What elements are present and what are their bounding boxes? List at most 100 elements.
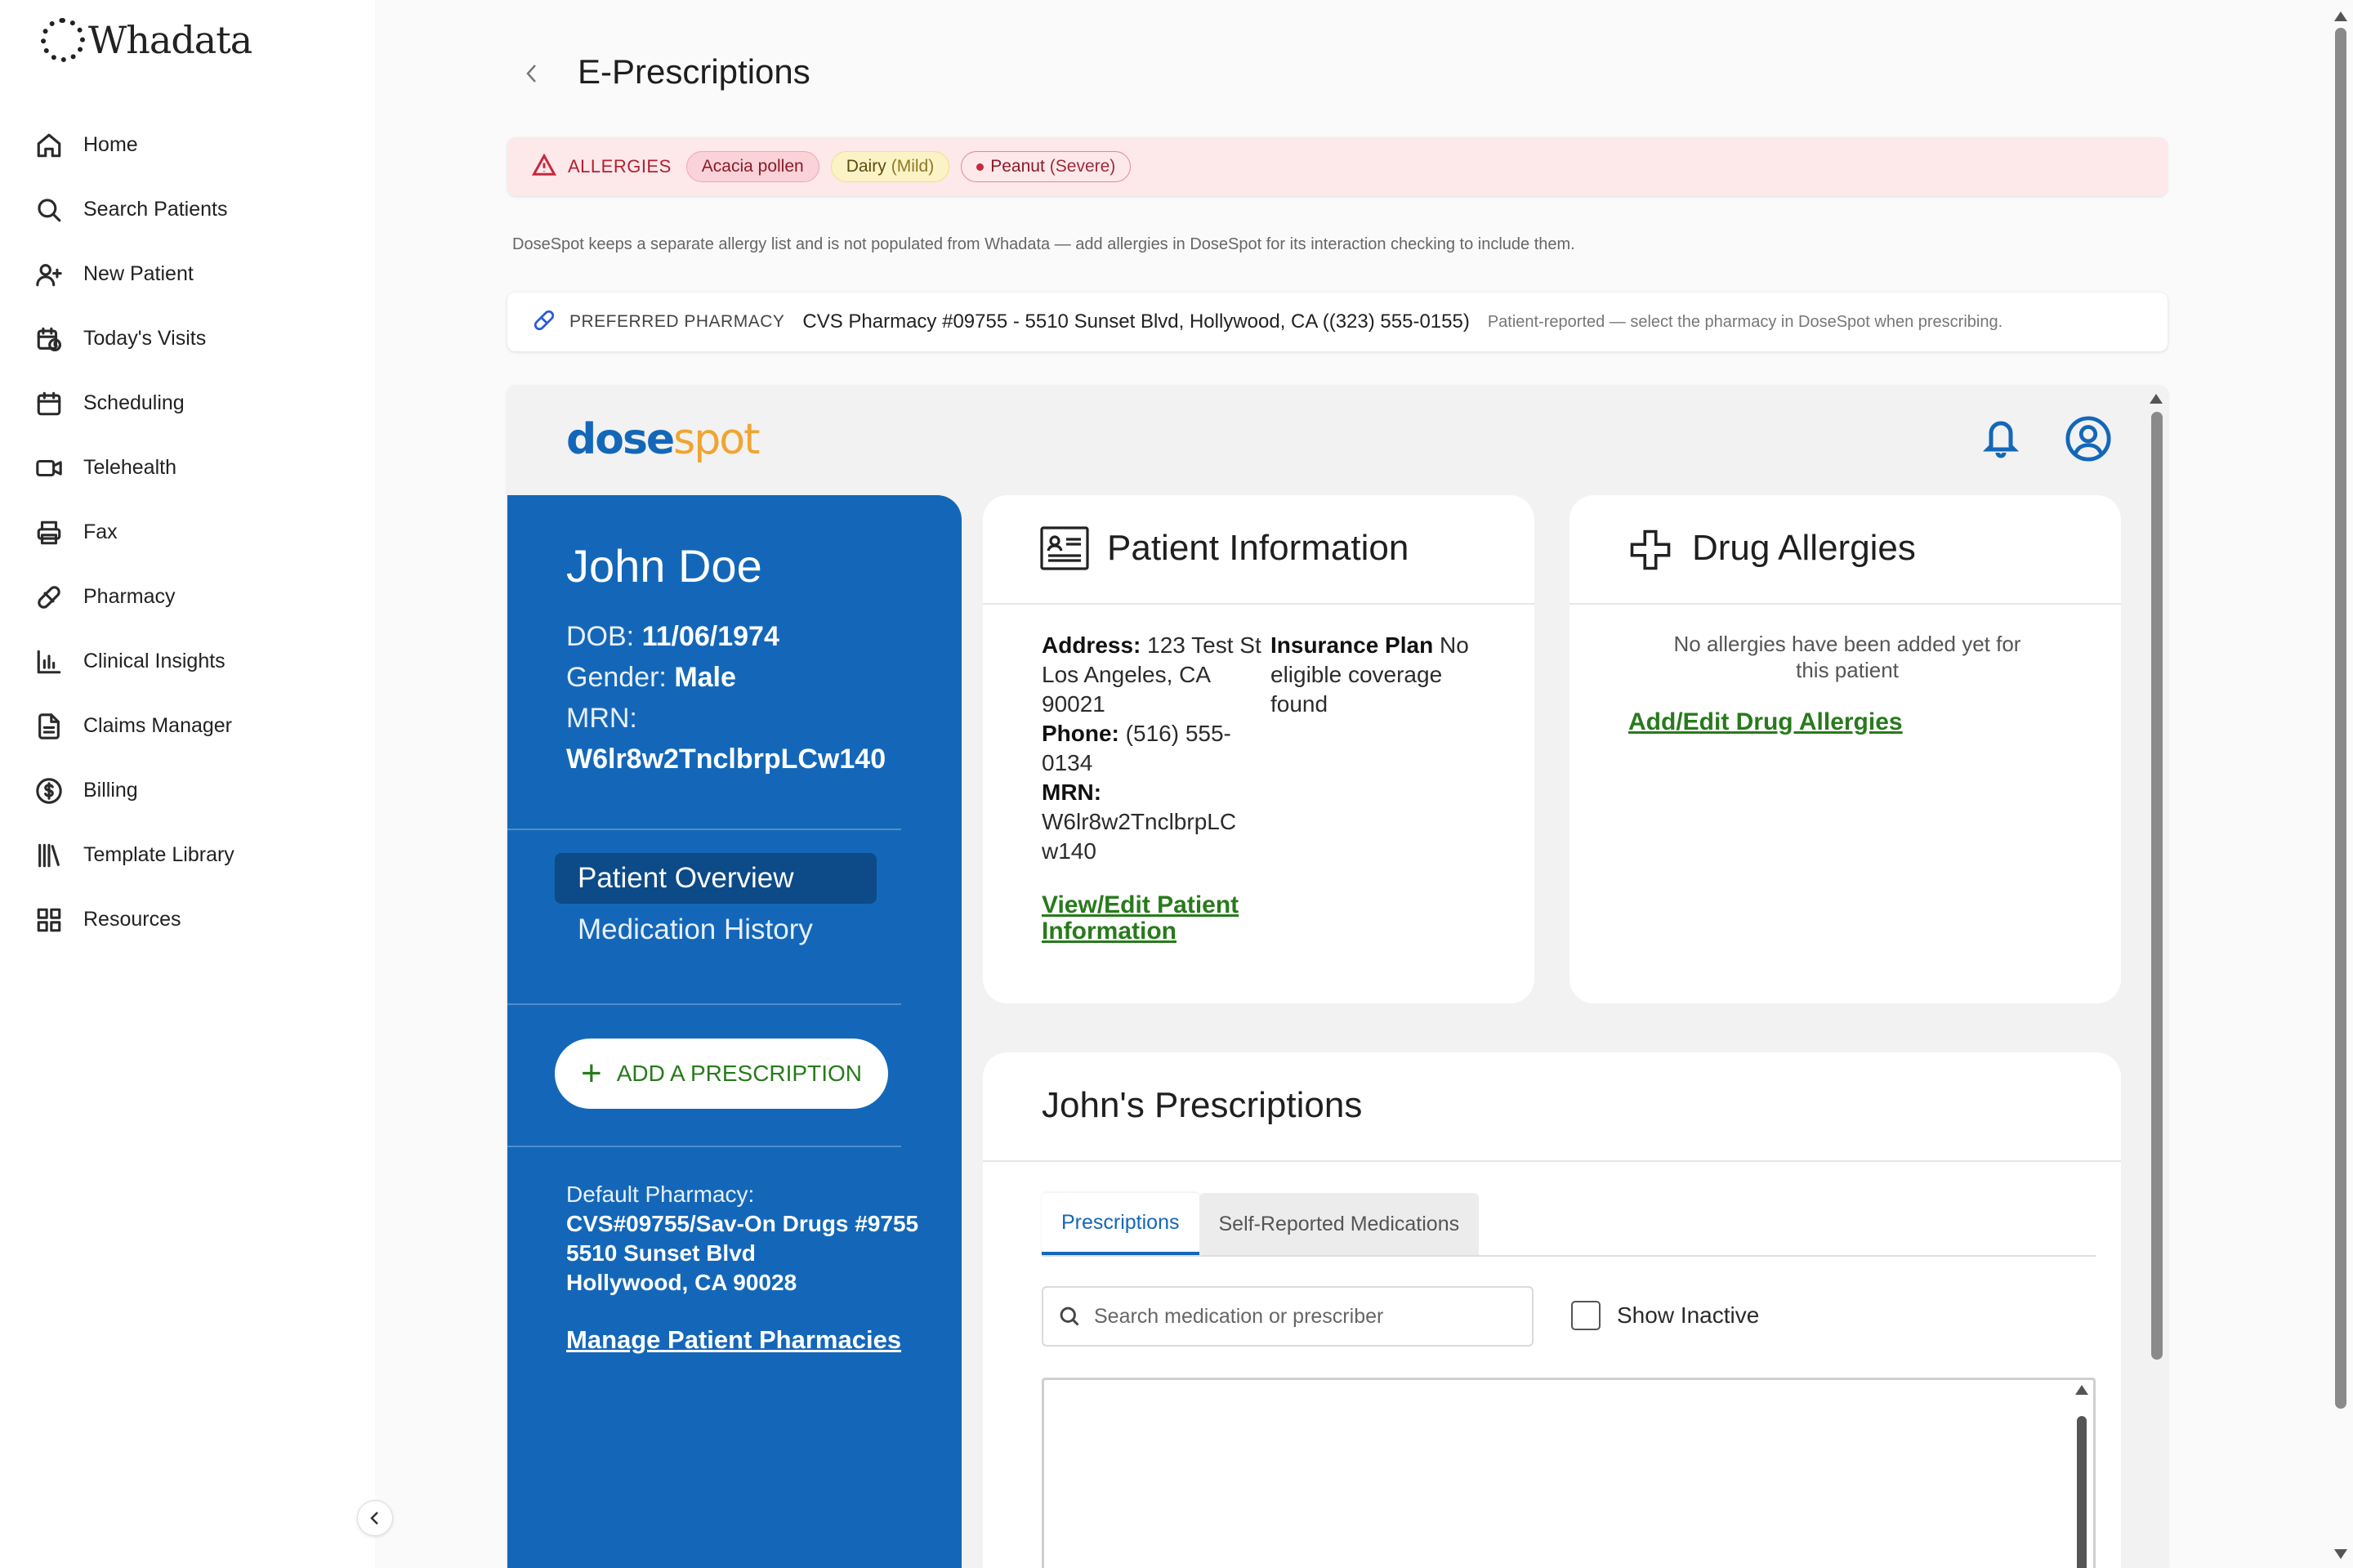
preferred-pharmacy-value: CVS Pharmacy #09755 - 5510 Sunset Blvd, … [802,310,1470,333]
allergy-name: Dairy [846,157,886,176]
patient-summary-panel: John Doe DOB: 11/06/1974 Gender: Male MR… [507,495,962,1568]
dob-value: 11/06/1974 [641,621,779,652]
gender-value: Male [674,662,736,693]
drug-allergies-card: Drug Allergies No allergies have been ad… [1569,495,2121,1003]
sidebar-item-label: New Patient [83,262,194,285]
sidebar-item-claims-manager[interactable]: Claims Manager [34,694,234,758]
app-logo[interactable]: Whadata [41,18,252,62]
nav-patient-overview[interactable]: Patient Overview [555,853,877,904]
sidebar: Whadata Home Search Patients New Patient… [0,0,375,1568]
video-icon [34,453,64,483]
dosespot-logo: dosespot [566,415,760,464]
address-line1: 123 Test St [1147,632,1261,658]
medical-cross-icon [1628,528,1672,572]
medication-search-input[interactable] [1094,1304,1519,1329]
sidebar-nav: Home Search Patients New Patient Today's… [34,113,234,952]
sidebar-item-pharmacy[interactable]: Pharmacy [34,565,234,629]
scrollbar-thumb[interactable] [2077,1416,2087,1568]
medication-search[interactable] [1042,1286,1534,1347]
warning-icon [531,153,557,181]
dollar-circle-icon [34,776,64,806]
sidebar-item-telehealth[interactable]: Telehealth [34,436,234,500]
document-icon [34,712,64,741]
search-icon [34,195,64,225]
patient-information-title: Patient Information [1107,528,1409,568]
preferred-pharmacy-hint: Patient-reported — select the pharmacy i… [1487,312,2003,331]
sidebar-item-todays-visits[interactable]: Today's Visits [34,306,234,371]
allergy-label: ALLERGIES [568,156,672,176]
page-scrollbar[interactable] [2328,0,2353,1568]
sidebar-item-label: Claims Manager [83,714,233,737]
dosespot-frame: dosespot John Doe DOB: 11/06/1974 Gender… [507,386,2168,1568]
tab-self-reported-medications[interactable]: Self-Reported Medications [1199,1193,1480,1255]
calendar-clock-icon [34,324,64,354]
insurance-part3: found [1270,691,1328,717]
user-account-button[interactable] [2065,415,2112,462]
patient-dob: DOB: 11/06/1974 [566,621,779,653]
nav-medication-history[interactable]: Medication History [578,914,813,946]
sidebar-item-resources[interactable]: Resources [34,887,234,952]
add-prescription-button[interactable]: + ADD A PRESCRIPTION [555,1039,888,1109]
grid-icon [34,905,64,935]
preferred-pharmacy-label: PREFERRED PHARMACY [569,312,785,331]
sidebar-item-home[interactable]: Home [34,113,234,177]
sidebar-item-new-patient[interactable]: New Patient [34,242,234,306]
patient-insurance: Insurance Plan No eligible coverage foun… [1270,631,1491,719]
edit-drug-allergies-link[interactable]: Add/Edit Drug Allergies [1628,709,1903,735]
sidebar-item-fax[interactable]: Fax [34,500,234,565]
phone-part1: (516) 555- [1125,721,1231,746]
scrollbar-thumb[interactable] [2335,28,2346,1409]
show-inactive-checkbox[interactable] [1571,1301,1601,1330]
preferred-pharmacy-bar: PREFERRED PHARMACY CVS Pharmacy #09755 -… [507,293,2168,351]
scrollbar-thumb[interactable] [2151,412,2163,1360]
patient-gender: Gender: Male [566,662,736,694]
default-pharmacy-city: Hollywood, CA 90028 [566,1270,797,1295]
pill-icon [34,583,64,612]
sidebar-item-template-library[interactable]: Template Library [34,823,234,887]
allergy-note: DoseSpot keeps a separate allergy list a… [512,235,1575,253]
sidebar-item-label: Fax [83,520,118,543]
scroll-down-arrow-icon[interactable] [2334,1549,2347,1559]
bar-chart-icon [34,647,64,677]
default-pharmacy-label: Default Pharmacy: [566,1182,755,1207]
allergy-banner: ALLERGIES Acacia pollen Dairy (Mild) Pean… [507,137,2168,196]
show-inactive-toggle[interactable]: Show Inactive [1571,1301,1759,1330]
prescription-tabs: Prescriptions Self-Reported Medications [1042,1193,2096,1257]
sidebar-item-label: Telehealth [83,456,176,479]
prescriptions-card: John's Prescriptions Prescriptions Self-… [983,1052,2121,1568]
sidebar-item-label: Resources [83,908,181,931]
manage-pharmacies-link[interactable]: Manage Patient Pharmacies [566,1325,901,1355]
dob-label: DOB: [566,621,635,652]
prescription-list-scrollbar[interactable] [2075,1385,2088,1568]
sidebar-item-billing[interactable]: Billing [34,758,234,823]
divider [507,829,901,830]
phone-label: Phone: [1042,721,1119,746]
allergy-name: Peanut [990,157,1045,176]
address-line3: 90021 [1042,691,1105,717]
sidebar-item-clinical-insights[interactable]: Clinical Insights [34,629,234,694]
sidebar-item-search-patients[interactable]: Search Patients [34,177,234,242]
edit-link-line1: View/Edit Patient [1042,891,1239,918]
edit-patient-info-link[interactable]: View/Edit Patient Information [1042,892,1239,945]
sidebar-item-scheduling[interactable]: Scheduling [34,371,234,436]
divider [1569,603,2121,605]
insurance-part1: No [1439,632,1469,658]
tab-prescriptions[interactable]: Prescriptions [1042,1193,1199,1255]
bell-icon [1982,421,2020,458]
severity-dot-icon [976,163,985,171]
edit-link-line2: Information [1042,918,1176,945]
insurance-part2: eligible coverage [1270,662,1443,687]
collapse-sidebar-button[interactable] [357,1500,393,1536]
prescriptions-title: John's Prescriptions [1042,1085,1363,1125]
scroll-up-arrow-icon[interactable] [2334,11,2347,21]
notifications-button[interactable] [1981,415,2020,461]
back-button[interactable] [520,59,543,88]
allergy-severity: (Mild) [891,157,935,176]
no-allergies-message: No allergies have been added yet for thi… [1643,631,2052,683]
scroll-up-arrow-icon[interactable] [2075,1385,2088,1395]
scroll-up-arrow-icon[interactable] [2150,394,2163,404]
divider [507,1146,901,1147]
dosespot-scrollbar[interactable] [2146,386,2168,1568]
patient-address: Address: 123 Test St Los Angeles, CA 900… [1042,631,1262,866]
prescription-list[interactable] [1042,1378,2096,1568]
